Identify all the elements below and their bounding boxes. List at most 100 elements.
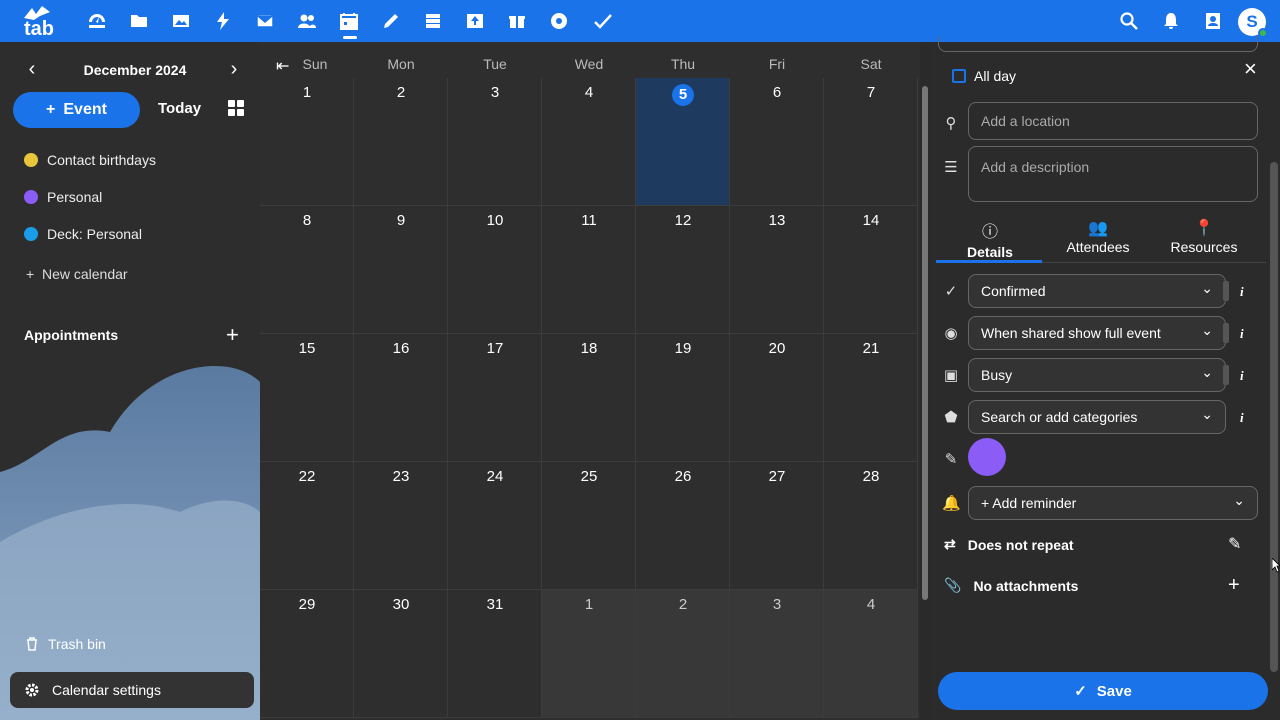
files-icon[interactable] [126,8,152,34]
photos-icon[interactable] [168,8,194,34]
tab-details[interactable]: ⓘ Details [946,218,1034,260]
activity-icon[interactable] [210,8,236,34]
day-cell[interactable]: 24 [448,462,542,590]
calendar-scrollbar[interactable] [920,42,930,720]
calendar-item-personal[interactable]: Personal [24,189,102,205]
categories-select[interactable]: Search or add categories ⌄ [968,400,1226,434]
status-select[interactable]: Confirmed ⌄ [968,274,1229,308]
day-cell[interactable]: 13 [730,206,824,334]
save-button[interactable]: ✓ Save [938,672,1268,710]
day-cell[interactable]: 3 [448,78,542,206]
day-number-text: 5 [672,84,694,106]
day-cell[interactable]: 5 [636,78,730,206]
day-cell[interactable]: 8 [260,206,354,334]
tab-resources[interactable]: 📍 Resources [1160,218,1248,255]
day-cell[interactable]: 12 [636,206,730,334]
description-input[interactable]: Add a description [968,146,1258,202]
day-cell[interactable]: 6 [730,78,824,206]
add-appointment-button[interactable]: + [226,322,239,348]
next-month-button[interactable]: › [224,59,244,80]
day-cell[interactable]: 31 [448,590,542,718]
free-icon[interactable] [504,8,530,34]
dashboard-icon[interactable] [84,8,110,34]
day-cell[interactable]: 3 [730,590,824,718]
previous-month-button[interactable]: ‹ [22,59,42,80]
day-cell[interactable]: 22 [260,462,354,590]
day-cell[interactable]: 16 [354,334,448,462]
deck-icon[interactable] [420,8,446,34]
day-cell[interactable]: 25 [542,462,636,590]
visibility-info-icon[interactable]: i [1240,326,1244,342]
info-icon: ⓘ [981,222,998,241]
upgrade-icon[interactable] [462,8,488,34]
location-input[interactable]: Add a location [968,102,1258,140]
day-number: 5 [636,84,730,106]
day-cell[interactable]: 30 [354,590,448,718]
trash-bin-button[interactable]: Trash bin [26,636,106,652]
user-avatar[interactable]: S [1238,8,1268,38]
calendar-icon[interactable] [336,8,362,34]
calendar-settings-button[interactable]: Calendar settings [10,672,254,708]
month-navigation: ‹ December 2024 › [0,59,260,80]
event-color-picker[interactable] [968,438,1006,476]
close-icon[interactable]: × [1244,56,1257,82]
add-attachment-button[interactable]: + [1228,574,1240,597]
calendar-item-deck-personal[interactable]: Deck: Personal [24,226,142,242]
availability-info-icon[interactable]: i [1240,368,1244,384]
day-number: 19 [636,340,730,357]
scrollbar-thumb[interactable] [922,86,928,600]
day-cell[interactable]: 20 [730,334,824,462]
panel-scrollbar[interactable] [1270,162,1278,672]
chevron-down-icon: ⌄ [1201,323,1213,339]
day-cell[interactable]: 11 [542,206,636,334]
mail-icon[interactable] [252,8,278,34]
new-event-button[interactable]: + Event [13,92,140,128]
app-logo[interactable]: tab [18,4,62,40]
view-switcher-icon[interactable] [228,100,244,116]
visibility-select[interactable]: When shared show full event ⌄ [968,316,1229,350]
edit-repeat-icon[interactable]: ✎ [1228,534,1241,553]
availability-select[interactable]: Busy ⌄ [968,358,1229,392]
day-cell[interactable]: 18 [542,334,636,462]
day-cell[interactable]: 2 [636,590,730,718]
day-cell[interactable]: 23 [354,462,448,590]
location-icon: ⚲ [945,114,957,132]
tab-label: Attendees [1066,239,1130,255]
day-cell[interactable]: 2 [354,78,448,206]
day-cell[interactable]: 27 [730,462,824,590]
day-cell[interactable]: 7 [824,78,918,206]
new-calendar-button[interactable]: + New calendar [26,266,128,282]
day-cell[interactable]: 15 [260,334,354,462]
contacts-menu-icon[interactable] [1200,8,1226,34]
reminder-select[interactable]: + Add reminder ⌄ [968,486,1258,520]
select-handle [1223,323,1229,343]
contacts-icon[interactable] [294,8,320,34]
all-day-checkbox[interactable]: All day [952,68,1016,84]
day-cell[interactable]: 4 [824,590,918,718]
day-cell[interactable]: 26 [636,462,730,590]
all-day-label: All day [974,68,1017,84]
current-month-label[interactable]: December 2024 [70,62,200,78]
today-button[interactable]: Today [158,100,201,117]
search-icon[interactable] [1116,8,1142,34]
day-cell[interactable]: 9 [354,206,448,334]
day-cell[interactable]: 4 [542,78,636,206]
day-cell[interactable]: 21 [824,334,918,462]
notifications-icon[interactable] [1158,8,1184,34]
day-cell[interactable]: 29 [260,590,354,718]
day-cell[interactable]: 17 [448,334,542,462]
day-cell[interactable]: 10 [448,206,542,334]
day-cell[interactable]: 1 [260,78,354,206]
day-cell[interactable]: 28 [824,462,918,590]
day-cell[interactable]: 14 [824,206,918,334]
email-icon[interactable] [546,8,572,34]
categories-info-icon[interactable]: i [1240,410,1244,426]
day-cell[interactable]: 19 [636,334,730,462]
day-cell[interactable]: 1 [542,590,636,718]
calendar-item-contact-birthdays[interactable]: Contact birthdays [24,152,156,168]
trash-icon [27,637,37,651]
status-info-icon[interactable]: i [1240,284,1244,300]
notes-icon[interactable] [378,8,404,34]
tab-attendees[interactable]: 👥 Attendees [1054,218,1142,255]
tasks-icon[interactable] [590,8,616,34]
